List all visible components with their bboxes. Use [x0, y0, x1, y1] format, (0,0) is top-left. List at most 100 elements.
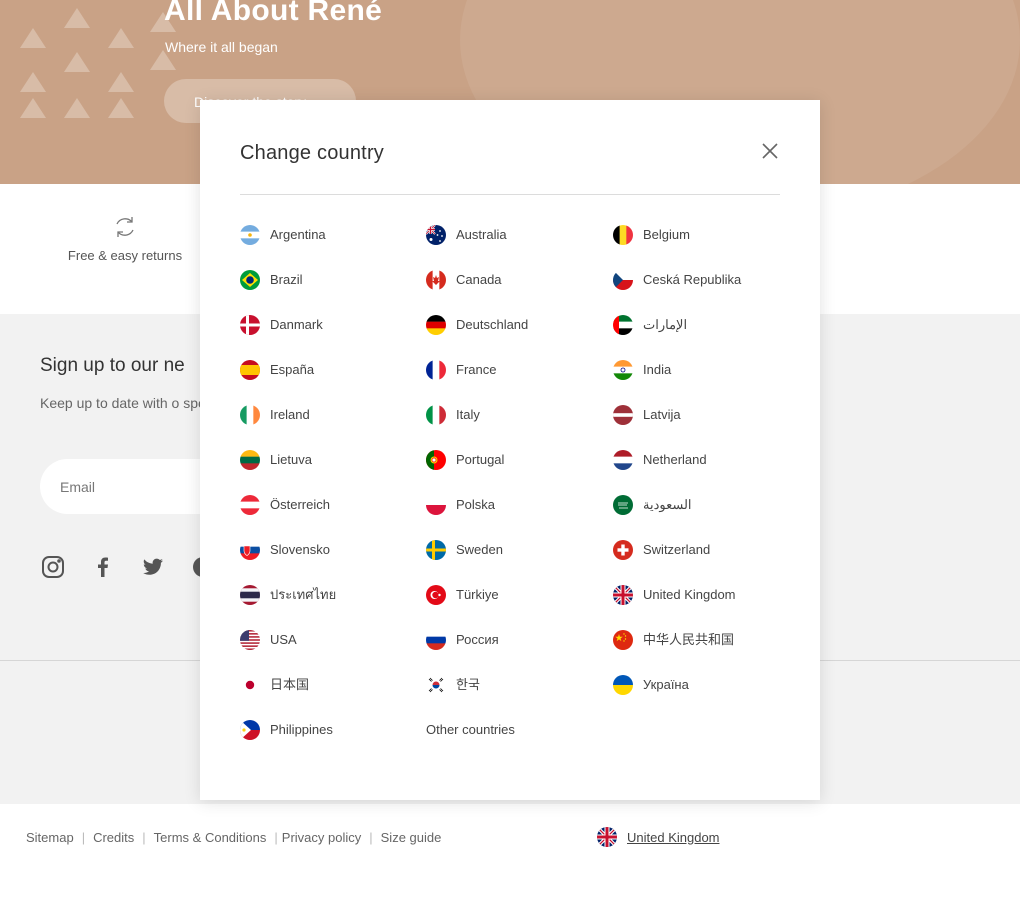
- country-option-usa[interactable]: USA: [240, 630, 426, 675]
- dialog-divider: [240, 194, 780, 195]
- netherlands-flag-icon: [613, 450, 633, 470]
- country-option-ireland[interactable]: Ireland: [240, 405, 426, 450]
- slovakia-flag-icon: [240, 540, 260, 560]
- austria-flag-icon: [240, 495, 260, 515]
- country-label: United Kingdom: [643, 587, 736, 602]
- country-label: España: [270, 362, 315, 377]
- turkey-flag-icon: [426, 585, 446, 605]
- brazil-flag-icon: [240, 270, 260, 290]
- country-label: Other countries: [426, 722, 515, 737]
- country-label: Latvija: [643, 407, 681, 422]
- usa-flag-icon: [240, 630, 260, 650]
- country-option-slovakia[interactable]: Slovensko: [240, 540, 426, 585]
- china-flag-icon: [613, 630, 633, 650]
- country-label: Belgium: [643, 227, 690, 242]
- germany-flag-icon: [426, 315, 446, 335]
- country-label: Ceská Republika: [643, 272, 742, 287]
- country-option-uk[interactable]: United Kingdom: [613, 585, 800, 630]
- australia-flag-icon: [426, 225, 446, 245]
- country-option-india[interactable]: India: [613, 360, 800, 405]
- ireland-flag-icon: [240, 405, 260, 425]
- country-label: Brazil: [270, 272, 303, 287]
- country-option-portugal[interactable]: Portugal: [426, 450, 613, 495]
- country-option-italy[interactable]: Italy: [426, 405, 613, 450]
- country-label: Slovensko: [270, 542, 330, 557]
- country-option-poland[interactable]: Polska: [426, 495, 613, 540]
- country-label: Australia: [456, 227, 507, 242]
- country-label: Россия: [456, 632, 499, 647]
- country-label: India: [643, 362, 672, 377]
- country-label: USA: [270, 632, 297, 647]
- country-label: Canada: [456, 272, 502, 287]
- country-list: Argentina Australia Belgium Brazil Canada Ces…: [240, 225, 800, 765]
- country-option-thailand[interactable]: ประเทศไทย: [240, 585, 426, 630]
- country-option-korea[interactable]: 한국: [426, 675, 613, 720]
- saudi-flag-icon: [613, 495, 633, 515]
- country-option-argentina[interactable]: Argentina: [240, 225, 426, 270]
- spain-flag-icon: [240, 360, 260, 380]
- sweden-flag-icon: [426, 540, 446, 560]
- country-label: 한국: [456, 677, 480, 692]
- country-option-denmark[interactable]: Danmark: [240, 315, 426, 360]
- country-label: 日本国: [270, 677, 310, 692]
- lithuania-flag-icon: [240, 450, 260, 470]
- country-label: Switzerland: [643, 542, 711, 557]
- country-label: Netherland: [643, 452, 707, 467]
- country-label: Danmark: [270, 317, 323, 332]
- country-option-uae[interactable]: الإمارات: [613, 315, 800, 360]
- country-option-australia[interactable]: Australia: [426, 225, 613, 270]
- country-label: Argentina: [270, 227, 326, 242]
- other-countries-link[interactable]: Other countries: [426, 720, 613, 765]
- country-option-canada[interactable]: Canada: [426, 270, 613, 315]
- country-label: Polska: [456, 497, 496, 512]
- country-option-japan[interactable]: 日本国: [240, 675, 426, 720]
- country-option-sweden[interactable]: Sweden: [426, 540, 613, 585]
- japan-flag-icon: [240, 675, 260, 695]
- close-icon[interactable]: [760, 141, 780, 161]
- uae-flag-icon: [613, 315, 633, 335]
- country-option-lithuania[interactable]: Lietuva: [240, 450, 426, 495]
- latvia-flag-icon: [613, 405, 633, 425]
- philippines-flag-icon: [240, 720, 260, 740]
- denmark-flag-icon: [240, 315, 260, 335]
- country-label: Italy: [456, 407, 480, 422]
- country-label: Österreich: [270, 497, 330, 512]
- country-option-germany[interactable]: Deutschland: [426, 315, 613, 360]
- country-label: الإمارات: [643, 317, 688, 332]
- poland-flag-icon: [426, 495, 446, 515]
- country-label: Deutschland: [456, 317, 529, 332]
- country-option-netherlands[interactable]: Netherland: [613, 450, 800, 495]
- canada-flag-icon: [426, 270, 446, 290]
- korea-flag-icon: [426, 675, 446, 695]
- country-label: Україна: [643, 677, 689, 692]
- country-label: ประเทศไทย: [270, 587, 337, 602]
- country-label: Portugal: [456, 452, 505, 467]
- country-option-russia[interactable]: Россия: [426, 630, 613, 675]
- country-option-china[interactable]: 中华人民共和国: [613, 630, 800, 675]
- india-flag-icon: [613, 360, 633, 380]
- country-label: Ireland: [270, 407, 310, 422]
- country-option-switzerland[interactable]: Switzerland: [613, 540, 800, 585]
- czech-flag-icon: [613, 270, 633, 290]
- country-option-saudi[interactable]: السعودية: [613, 495, 800, 540]
- country-option-austria[interactable]: Österreich: [240, 495, 426, 540]
- country-option-philippines[interactable]: Philippines: [240, 720, 426, 765]
- country-option-czech[interactable]: Ceská Republika: [613, 270, 800, 315]
- country-option-turkey[interactable]: Türkiye: [426, 585, 613, 630]
- russia-flag-icon: [426, 630, 446, 650]
- country-option-belgium[interactable]: Belgium: [613, 225, 800, 270]
- change-country-dialog: Change country Argentina Australia Belgium…: [200, 100, 820, 800]
- country-option-ukraine[interactable]: Україна: [613, 675, 800, 720]
- belgium-flag-icon: [613, 225, 633, 245]
- country-label: Türkiye: [456, 587, 499, 602]
- country-label: Lietuva: [270, 452, 312, 467]
- country-label: السعودية: [643, 497, 692, 512]
- country-option-latvia[interactable]: Latvija: [613, 405, 800, 450]
- country-option-spain[interactable]: España: [240, 360, 426, 405]
- argentina-flag-icon: [240, 225, 260, 245]
- country-option-france[interactable]: France: [426, 360, 613, 405]
- thailand-flag-icon: [240, 585, 260, 605]
- portugal-flag-icon: [426, 450, 446, 470]
- ukraine-flag-icon: [613, 675, 633, 695]
- country-option-brazil[interactable]: Brazil: [240, 270, 426, 315]
